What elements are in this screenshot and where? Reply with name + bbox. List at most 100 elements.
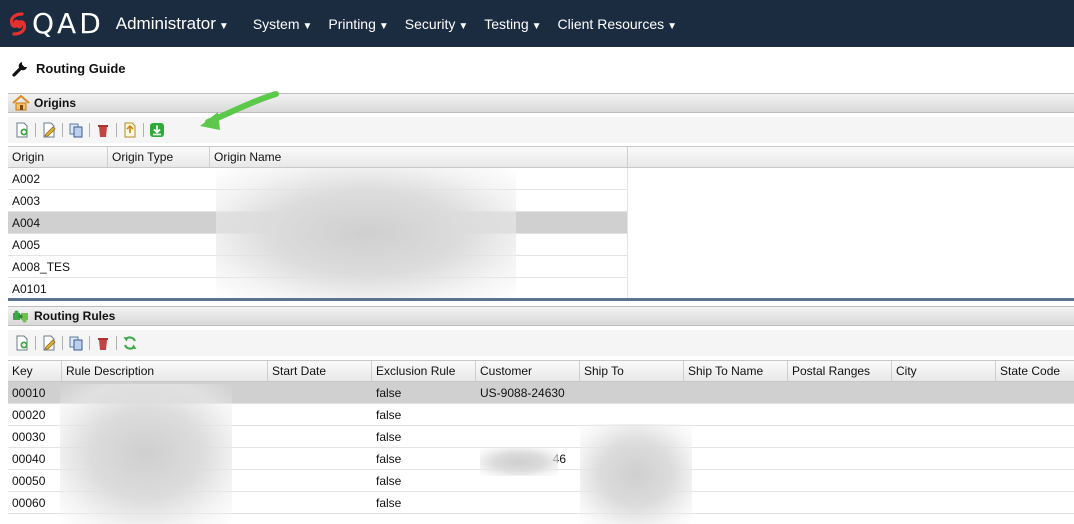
page-title-text: Routing Guide: [36, 60, 126, 76]
origins-grid: Origin Origin Type Origin Name A002 A003…: [8, 146, 1074, 300]
download-icon[interactable]: [149, 122, 165, 138]
menu-system[interactable]: System ▼: [253, 16, 313, 32]
column-header-state-code[interactable]: State Code: [996, 361, 1074, 381]
column-header-key[interactable]: Key: [8, 361, 62, 381]
cell-key: 00010: [12, 386, 46, 400]
qad-logo[interactable]: QAD: [8, 0, 104, 47]
cell-ship-to: [580, 404, 684, 425]
menu-security[interactable]: Security ▼: [405, 16, 468, 32]
cell-customer: [476, 470, 580, 491]
table-row[interactable]: A002: [8, 168, 628, 190]
table-row[interactable]: 00060 false: [8, 492, 1074, 514]
cell-origin-name: [210, 212, 628, 233]
menu-administrator[interactable]: Administrator ▼: [116, 14, 229, 34]
cell-exclusion-rule: false: [376, 496, 402, 510]
annotation-arrow-icon: [200, 91, 279, 130]
caret-down-icon: ▼: [531, 20, 542, 32]
toolbar-separator: [89, 336, 90, 350]
cell-key: 00050: [12, 474, 46, 488]
cell-origin-name: [210, 234, 628, 255]
cell-origin-type: [108, 256, 210, 277]
copy-icon[interactable]: [68, 122, 84, 138]
cell-start-date: [268, 382, 372, 403]
cell-ship-to: [580, 448, 684, 469]
table-row-selected[interactable]: 00010 false US-9088-24630: [8, 382, 1074, 404]
cell-key: 00030: [12, 430, 46, 444]
origins-panel-title: Origins: [34, 96, 77, 110]
table-row[interactable]: 00030 false: [8, 426, 1074, 448]
add-icon[interactable]: [14, 335, 30, 351]
export-icon[interactable]: [122, 122, 138, 138]
cell-origin: A0101: [12, 282, 47, 296]
cell-rule-description: [62, 404, 268, 425]
caret-down-icon: ▼: [302, 20, 313, 32]
cell-key: 00040: [12, 452, 46, 466]
cell-origin-name: [210, 168, 628, 189]
copy-icon[interactable]: [68, 335, 84, 351]
column-header-origin[interactable]: Origin: [8, 147, 108, 167]
toolbar-separator: [62, 336, 63, 350]
delete-icon[interactable]: [95, 335, 111, 351]
toolbar-separator: [35, 336, 36, 350]
origins-grid-header: Origin Origin Type Origin Name: [8, 146, 1074, 168]
cell-customer: [476, 492, 580, 513]
menu-client-resources[interactable]: Client Resources ▼: [558, 16, 678, 32]
page-title: Routing Guide: [12, 58, 126, 78]
table-row[interactable]: A0101: [8, 278, 628, 300]
edit-icon[interactable]: [41, 122, 57, 138]
cell-exclusion-rule: false: [376, 408, 402, 422]
column-header-start-date[interactable]: Start Date: [268, 361, 372, 381]
table-row[interactable]: 00050 false: [8, 470, 1074, 492]
routing-rules-grid-header: Key Rule Description Start Date Exclusio…: [8, 360, 1074, 382]
column-header-customer[interactable]: Customer: [476, 361, 580, 381]
cell-origin-type: [108, 190, 210, 211]
cell-origin-type: [108, 168, 210, 189]
table-row-partial[interactable]: [8, 514, 1074, 524]
cell-origin: A002: [12, 172, 41, 186]
column-header-rule-description[interactable]: Rule Description: [62, 361, 268, 381]
routing-rules-toolbar: [8, 330, 1074, 356]
table-row[interactable]: 00040 false 46: [8, 448, 1074, 470]
column-header-ship-to-name[interactable]: Ship To Name: [684, 361, 788, 381]
cell-exclusion-rule: false: [376, 430, 402, 444]
menu-printing[interactable]: Printing ▼: [328, 16, 388, 32]
puzzle-icon: [13, 310, 28, 323]
cell-origin-type: [108, 234, 210, 255]
menu-printing-label: Printing: [328, 15, 376, 32]
column-header-exclusion-rule[interactable]: Exclusion Rule: [372, 361, 476, 381]
menu-security-label: Security: [404, 15, 456, 32]
table-row[interactable]: A003: [8, 190, 628, 212]
column-header-filler: [628, 147, 1074, 167]
cell-rule-description: [62, 426, 268, 447]
add-icon[interactable]: [14, 122, 30, 138]
table-row[interactable]: 00020 false: [8, 404, 1074, 426]
table-row-selected[interactable]: A004: [8, 212, 628, 234]
cell-exclusion-rule: false: [376, 452, 402, 466]
cell-rule-description: [62, 492, 268, 513]
column-header-city[interactable]: City: [892, 361, 996, 381]
table-row[interactable]: A008_TES: [8, 256, 628, 278]
panel-splitter[interactable]: [8, 298, 1074, 301]
cell-customer: [476, 404, 580, 425]
delete-icon[interactable]: [95, 122, 111, 138]
menu-client-resources-label: Client Resources: [557, 15, 665, 32]
cell-key: 00060: [12, 496, 46, 510]
menu-testing[interactable]: Testing ▼: [484, 16, 541, 32]
cell-exclusion-rule: false: [376, 474, 402, 488]
top-nav-bar: QAD Administrator ▼ System ▼ Printing ▼ Sec…: [0, 0, 1074, 47]
cell-start-date: [268, 426, 372, 447]
toolbar-separator: [116, 336, 117, 350]
caret-down-icon: ▼: [667, 20, 678, 32]
column-header-postal-ranges[interactable]: Postal Ranges: [788, 361, 892, 381]
cell-ship-to: [580, 382, 684, 403]
table-row[interactable]: A005: [8, 234, 628, 256]
cell-origin-type: [108, 212, 210, 233]
menu-administrator-label: Administrator: [115, 13, 216, 33]
caret-down-icon: ▼: [218, 20, 229, 32]
column-header-ship-to[interactable]: Ship To: [580, 361, 684, 381]
refresh-icon[interactable]: [122, 335, 138, 351]
column-header-origin-name[interactable]: Origin Name: [210, 147, 628, 167]
column-header-origin-type[interactable]: Origin Type: [108, 147, 210, 167]
edit-icon[interactable]: [41, 335, 57, 351]
toolbar-separator: [116, 123, 117, 137]
